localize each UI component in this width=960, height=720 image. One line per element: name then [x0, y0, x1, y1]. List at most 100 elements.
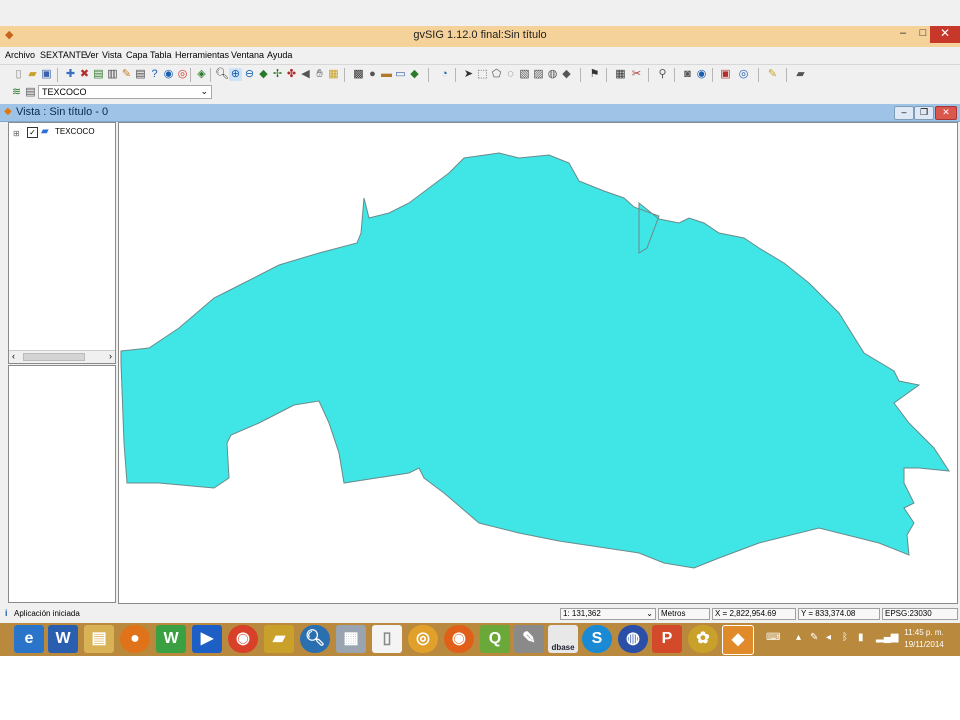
firefox-icon[interactable]: ◉: [444, 625, 474, 653]
edit-icon[interactable]: ✎: [120, 68, 133, 81]
tray-app-icon[interactable]: ✎: [810, 632, 818, 643]
app-round-icon[interactable]: ◎: [408, 625, 438, 653]
graph-icon[interactable]: ⚲: [656, 68, 669, 81]
zoom-layer-icon[interactable]: ✢: [271, 68, 284, 81]
document-icon[interactable]: ▯: [372, 625, 402, 653]
dbase-icon[interactable]: dbase: [548, 625, 578, 653]
system-clock[interactable]: 11:45 p. m. 19/11/2014: [898, 627, 950, 651]
zoom-select-icon[interactable]: ✤: [285, 68, 298, 81]
zoom-icon[interactable]: 🔍︎: [215, 68, 229, 81]
select-pointer-icon[interactable]: ➤: [462, 68, 475, 81]
locator-icon[interactable]: ▦: [327, 68, 340, 81]
add-layer-icon[interactable]: ✚: [64, 68, 77, 81]
ruler-icon[interactable]: ▬: [380, 68, 393, 81]
hyperlink-icon[interactable]: ◔: [438, 68, 451, 81]
menu-archivo[interactable]: Archivo: [5, 50, 35, 60]
skype-icon[interactable]: S: [582, 625, 612, 653]
invert-selection-icon[interactable]: ◆: [560, 68, 573, 81]
magnifier-icon[interactable]: ◎: [737, 68, 750, 81]
select-circle-icon[interactable]: ◌: [504, 68, 517, 81]
media-player-icon[interactable]: ▶: [192, 625, 222, 653]
internet-explorer-icon[interactable]: e: [14, 625, 44, 653]
minimize-button[interactable]: –: [890, 26, 916, 43]
wps-writer-icon[interactable]: W: [156, 625, 186, 653]
menu-ver[interactable]: Ver: [85, 50, 99, 60]
measure-icon[interactable]: ●: [366, 68, 379, 81]
menu-sextante[interactable]: SEXTANTE: [40, 50, 87, 60]
map-view-canvas[interactable]: [118, 122, 958, 604]
scroll-right-icon[interactable]: ›: [109, 351, 112, 361]
menu-tabla[interactable]: Tabla: [150, 50, 172, 60]
menu-ayuda[interactable]: Ayuda: [267, 50, 292, 60]
chevron-down-icon[interactable]: ⌄: [646, 609, 653, 619]
close-button[interactable]: ✕: [930, 26, 960, 43]
view-close-button[interactable]: ✕: [935, 106, 957, 120]
locator-map-panel[interactable]: [8, 365, 116, 603]
keyboard-icon[interactable]: ⌨: [766, 632, 780, 643]
scroll-left-icon[interactable]: ‹: [12, 351, 15, 361]
chevron-down-icon[interactable]: ⌄: [200, 86, 208, 97]
powerpoint-icon[interactable]: P: [652, 625, 682, 653]
open-folder-icon[interactable]: ▰: [26, 68, 39, 81]
search-icon[interactable]: ◉: [695, 68, 708, 81]
pan-hand-icon[interactable]: ✋︎: [313, 68, 326, 81]
save-icon[interactable]: ▣: [40, 68, 53, 81]
select-layer-icon[interactable]: ▨: [532, 68, 545, 81]
menu-vista[interactable]: Vista: [102, 50, 122, 60]
search-app-icon[interactable]: 🔍︎: [300, 625, 330, 653]
calculator-icon[interactable]: ▦: [336, 625, 366, 653]
scroll-thumb[interactable]: [23, 353, 85, 361]
zoom-previous-icon[interactable]: ◀: [299, 68, 312, 81]
active-layer-select[interactable]: TEXCOCO ⌄: [38, 85, 212, 99]
tray-expand-icon[interactable]: ▴: [796, 632, 801, 643]
view-maximize-button[interactable]: ❐: [914, 106, 934, 120]
remove-layer-icon[interactable]: ✖: [78, 68, 91, 81]
expand-icon[interactable]: ⊞: [13, 129, 20, 138]
document-icon[interactable]: ▤: [134, 68, 147, 81]
zoom-extent-icon[interactable]: ◆: [257, 68, 270, 81]
texcoco-polygon[interactable]: [120, 152, 950, 569]
layer-visibility-checkbox[interactable]: ✓: [27, 127, 38, 138]
file-explorer-icon[interactable]: ▤: [84, 625, 114, 653]
view-minimize-button[interactable]: –: [894, 106, 914, 120]
microphone-icon[interactable]: ✎: [514, 625, 544, 653]
flag-icon[interactable]: ⚑: [588, 68, 601, 81]
layer-table-icon[interactable]: ▤: [24, 86, 37, 99]
select-rectangle-icon[interactable]: ⬚: [476, 68, 489, 81]
zoom-in-icon[interactable]: ⊕: [229, 68, 242, 81]
query-icon[interactable]: ▩: [352, 68, 365, 81]
zoom-out-icon[interactable]: ⊖: [243, 68, 256, 81]
menu-herramientas[interactable]: Herramientas: [175, 50, 229, 60]
layer-properties-icon[interactable]: ◆: [408, 68, 421, 81]
menu-ventana[interactable]: Ventana: [231, 50, 264, 60]
report-icon[interactable]: ▰: [794, 68, 807, 81]
frame-icon[interactable]: ▣: [719, 68, 732, 81]
paint-icon[interactable]: ✿: [688, 625, 718, 653]
help-icon[interactable]: ?: [148, 68, 161, 81]
layer-stack-icon[interactable]: ≋: [10, 86, 23, 99]
bluetooth-icon[interactable]: ᛒ: [842, 632, 848, 643]
archive-icon[interactable]: ▰: [264, 625, 294, 653]
battery-icon[interactable]: ▮: [858, 632, 864, 643]
app-orange-icon[interactable]: ●: [120, 625, 150, 653]
print-icon[interactable]: ▥: [106, 68, 119, 81]
toc-horizontal-scrollbar[interactable]: ‹ ›: [9, 350, 115, 363]
select-all-icon[interactable]: ◍: [546, 68, 559, 81]
word-icon[interactable]: W: [48, 625, 78, 653]
network-signal-icon[interactable]: ▂▄▆: [876, 632, 898, 643]
qgis-icon[interactable]: Q: [480, 625, 510, 653]
grid-icon[interactable]: ▦: [614, 68, 627, 81]
chrome-icon[interactable]: ◉: [228, 625, 258, 653]
menu-capa[interactable]: Capa: [126, 50, 148, 60]
volume-icon[interactable]: ◂: [826, 632, 831, 643]
maximize-button[interactable]: □: [916, 26, 930, 43]
gvsig-taskbar-icon[interactable]: ◆: [722, 625, 754, 655]
globe-icon[interactable]: ◈: [195, 68, 208, 81]
area-icon[interactable]: ▭: [394, 68, 407, 81]
select-buffer-icon[interactable]: ▧: [518, 68, 531, 81]
tools-icon[interactable]: ✂: [630, 68, 643, 81]
google-earth-icon[interactable]: ◍: [618, 625, 648, 653]
table-icon[interactable]: ▤: [92, 68, 105, 81]
stop-icon[interactable]: ◎: [176, 68, 189, 81]
info-icon[interactable]: ◉: [162, 68, 175, 81]
